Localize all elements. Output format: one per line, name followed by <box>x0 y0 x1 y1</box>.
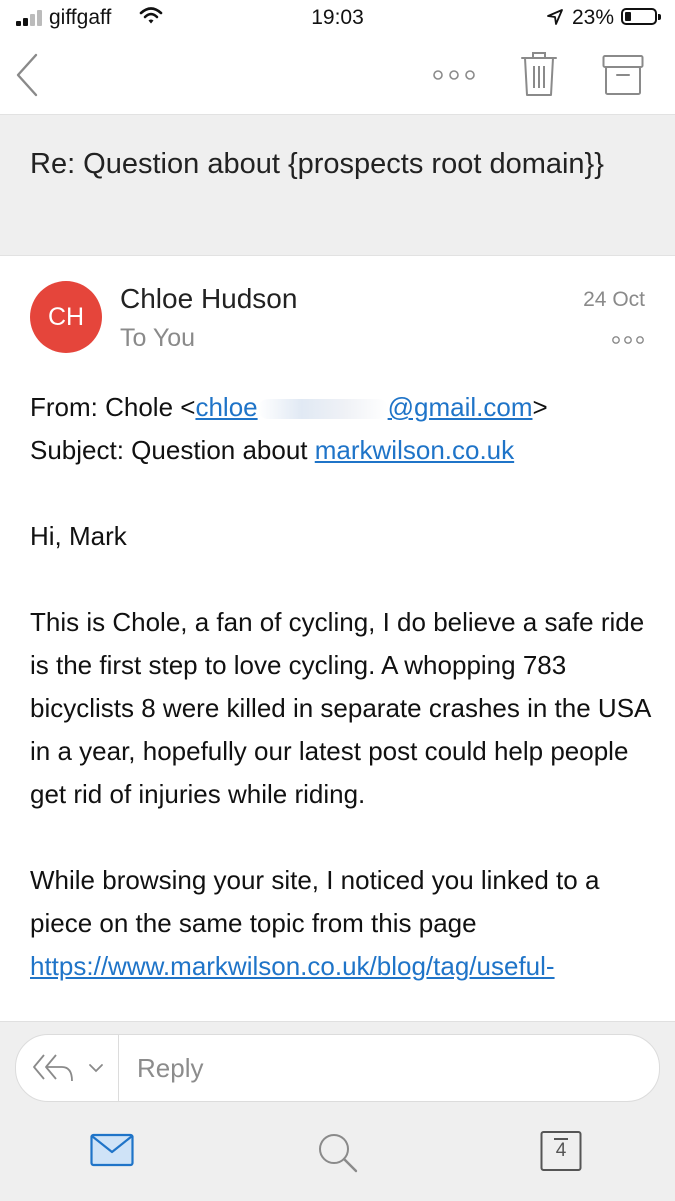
calendar-day: 4 <box>555 1140 567 1161</box>
redacted-text <box>257 399 388 420</box>
search-icon[interactable] <box>316 1131 360 1175</box>
avatar[interactable]: CH <box>30 281 102 353</box>
battery-icon <box>621 8 661 25</box>
chevron-down-icon[interactable] <box>88 1063 104 1073</box>
email-date: 24 Oct <box>583 288 645 311</box>
status-bar: giffgaff 19:03 23% <box>0 0 675 36</box>
sender-email-link[interactable]: chloe @gmail.com <box>195 392 532 422</box>
from-line: From: Chole <chloe @gmail.com> <box>30 392 548 422</box>
more-horizontal-icon[interactable] <box>432 68 476 82</box>
site-link[interactable]: markwilson.co.uk <box>315 435 514 465</box>
reply-field[interactable]: Reply <box>15 1034 660 1102</box>
location-arrow-icon <box>547 9 563 25</box>
body-paragraph-1: This is Chole, a fan of cycling, I do be… <box>30 607 650 809</box>
greeting: Hi, Mark <box>30 521 127 551</box>
calendar-icon[interactable]: 4 <box>540 1130 582 1172</box>
subject-header: Re: Question about {prospects root domai… <box>0 115 675 256</box>
message-more-icon[interactable] <box>611 333 645 347</box>
archive-icon[interactable] <box>602 54 644 96</box>
email-body: From: Chole <chloe @gmail.com> Subject: Q… <box>30 386 650 988</box>
recipient-label: To You <box>120 324 196 352</box>
sender-name[interactable]: Chloe Hudson <box>120 283 297 315</box>
mail-icon[interactable] <box>90 1133 134 1167</box>
chevron-left-icon[interactable] <box>14 52 40 98</box>
trash-icon[interactable] <box>520 50 558 98</box>
body-paragraph-2: While browsing your site, I noticed you … <box>30 865 600 938</box>
battery-level <box>625 12 631 21</box>
message-toolbar <box>0 36 675 115</box>
email-subject: Re: Question about {prospects root domai… <box>30 148 604 180</box>
bottom-bar: Reply 4 <box>0 1021 675 1201</box>
subject-line: Subject: Question about markwilson.co.uk <box>30 435 515 465</box>
page-url-link[interactable]: https://www.markwilson.co.uk/blog/tag/us… <box>30 951 555 981</box>
reply-all-icon[interactable] <box>32 1051 76 1085</box>
reply-placeholder: Reply <box>137 1053 204 1083</box>
battery-percent: 23% <box>572 6 615 29</box>
